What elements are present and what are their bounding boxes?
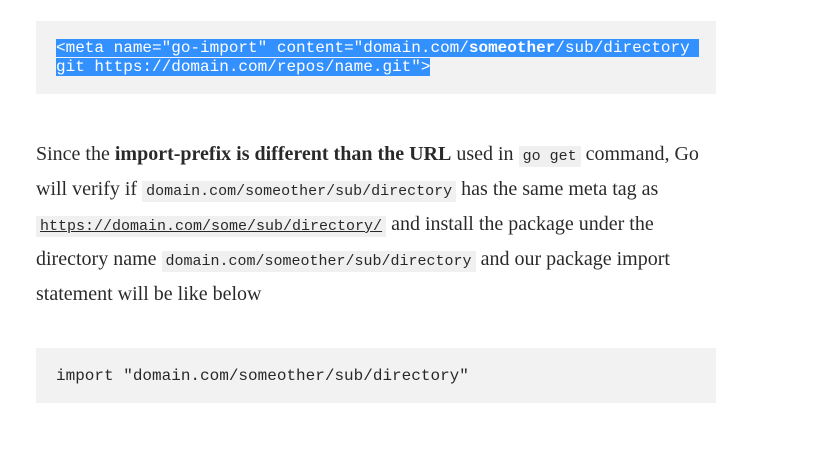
- code-line-2: git https://domain.com/repos/name.git">: [56, 58, 696, 77]
- inline-code-go-get: go get: [518, 146, 581, 167]
- code-line-import: import "domain.com/someother/sub/directo…: [56, 367, 469, 385]
- selected-text[interactable]: git https://domain.com/repos/name.git">: [56, 58, 431, 76]
- paragraph-text: used in: [451, 143, 519, 165]
- code-block-meta-tag: <meta name="go-import" content="domain.c…: [36, 21, 716, 94]
- inline-code-someother-path: domain.com/someother/sub/directory: [161, 251, 476, 272]
- code-block-import: import "domain.com/someother/sub/directo…: [36, 348, 716, 403]
- code-text: <meta name="go-import" content="domain.c…: [56, 39, 469, 57]
- selected-text[interactable]: <meta name="go-import" content="domain.c…: [56, 39, 700, 57]
- explanation-paragraph: Since the import-prefix is different tha…: [36, 138, 726, 311]
- link-some-sub-directory[interactable]: https://domain.com/some/sub/directory/: [36, 216, 387, 237]
- code-text: /sub/directory: [555, 39, 700, 57]
- code-bold-text: someother: [468, 39, 556, 57]
- inline-code-someother-path: domain.com/someother/sub/directory: [142, 181, 457, 202]
- code-line-1: <meta name="go-import" content="domain.c…: [56, 39, 700, 58]
- paragraph-text: Since the: [36, 143, 115, 165]
- paragraph-bold-text: import-prefix is different than the URL: [114, 143, 452, 165]
- paragraph-text: has the same meta tag as: [456, 178, 659, 200]
- article-page: <meta name="go-import" content="domain.c…: [0, 0, 833, 455]
